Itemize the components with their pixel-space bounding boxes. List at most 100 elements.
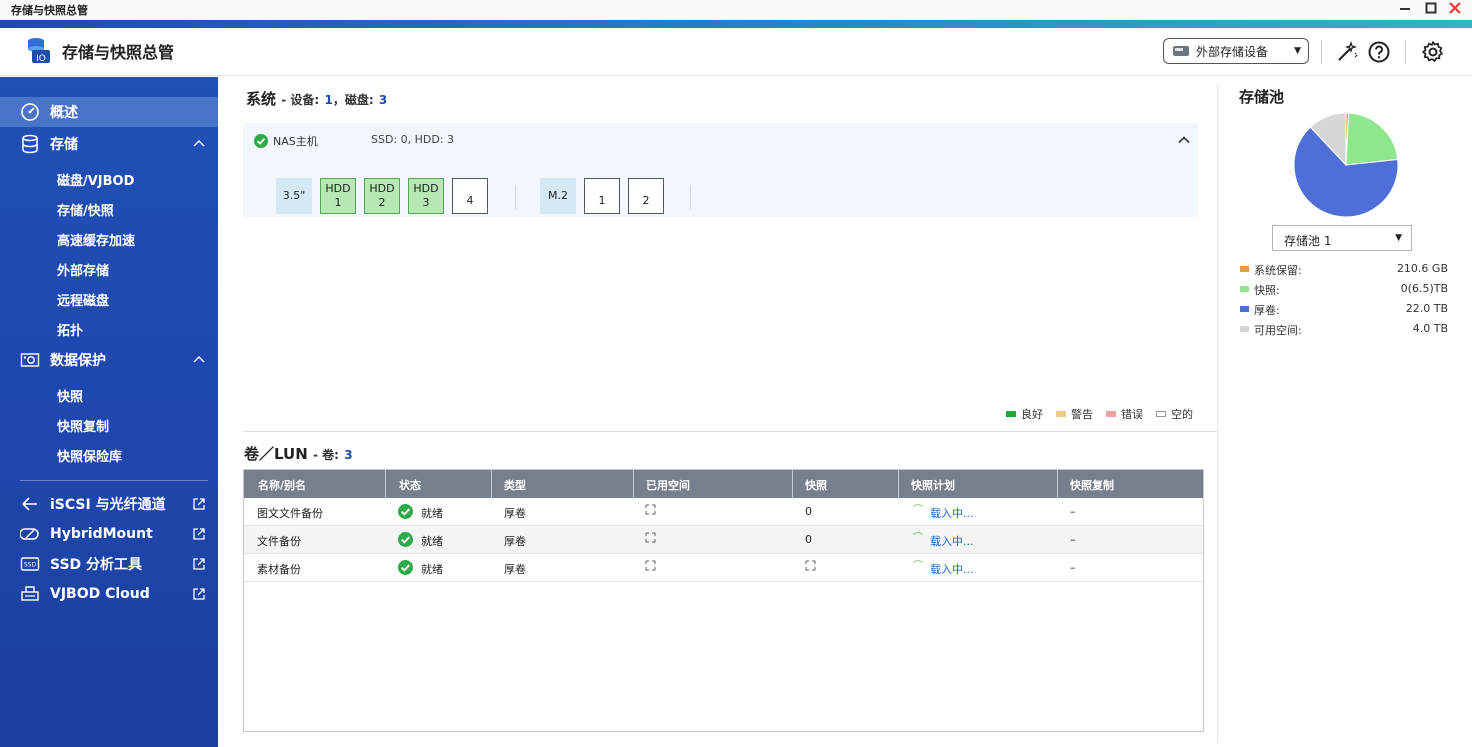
snapshot-replication: – bbox=[1070, 505, 1076, 518]
sidebar-divider bbox=[20, 480, 208, 481]
table-row[interactable]: 文件备份 就绪 厚卷 0 ⌒ 载入中... – bbox=[244, 526, 1203, 554]
sidebar-subitem-snapshot[interactable]: 快照 bbox=[57, 386, 83, 405]
sidebar-item-storage[interactable]: 存储 bbox=[0, 129, 218, 159]
status-ok-icon bbox=[398, 532, 413, 547]
sidebar: 概述 存储 磁盘/VJBOD 存储/快照 高速缓存加速 外部存储 远程磁盘 拓扑… bbox=[0, 77, 218, 747]
chevron-up-icon[interactable] bbox=[1177, 133, 1191, 147]
maximize-icon bbox=[1425, 2, 1437, 14]
data-protection-icon bbox=[20, 353, 40, 367]
disk-slot[interactable]: HDD 3 bbox=[408, 178, 444, 214]
disk-number: 2 bbox=[378, 196, 386, 209]
chevron-down-icon: ▼ bbox=[1294, 46, 1301, 56]
sidebar-link-iscsi[interactable]: iSCSI 与光纤通道 bbox=[0, 489, 218, 519]
close-button[interactable] bbox=[1447, 1, 1463, 19]
external-link-icon bbox=[193, 498, 205, 510]
accent-bar bbox=[0, 20, 1472, 28]
nas-host-panel: NAS主机 SSD: 0, HDD: 3 3.5" HDD 1 HDD 2 HD… bbox=[243, 123, 1198, 217]
volumes-table: 名称/别名 状态 类型 已用空间 快照 快照计划 快照复制 图文文件备份 就绪 … bbox=[243, 469, 1204, 732]
sidebar-link-vjbod-cloud[interactable]: VJBOD Cloud bbox=[0, 579, 218, 609]
storage-pool-title: 存储池 bbox=[1239, 88, 1285, 106]
sidebar-link-hybridmount[interactable]: HybridMount bbox=[0, 519, 218, 549]
hybridmount-icon bbox=[20, 528, 39, 540]
sidebar-subitem-cache-acceleration[interactable]: 高速缓存加速 bbox=[57, 230, 135, 249]
sidebar-subitem-snapshot-vault[interactable]: 快照保险库 bbox=[57, 446, 122, 465]
disk-slot-empty[interactable]: 4 bbox=[452, 178, 488, 214]
pool-legend-label: 可用空间: bbox=[1254, 324, 1302, 337]
column-divider bbox=[898, 470, 899, 498]
minimize-button[interactable] bbox=[1397, 1, 1413, 19]
external-link-icon bbox=[193, 588, 205, 600]
sidebar-subitem-topology[interactable]: 拓扑 bbox=[57, 320, 83, 339]
sidebar-item-overview[interactable]: 概述 bbox=[0, 97, 218, 127]
chevron-up-icon[interactable] bbox=[192, 353, 206, 367]
column-header[interactable]: 快照复制 bbox=[1070, 477, 1114, 493]
disk-slot[interactable]: HDD 1 bbox=[320, 178, 356, 214]
chevron-up-icon[interactable] bbox=[192, 137, 206, 151]
disk-slot[interactable]: HDD 2 bbox=[364, 178, 400, 214]
column-header[interactable]: 快照计划 bbox=[911, 477, 955, 493]
snapshot-replication: – bbox=[1070, 533, 1076, 546]
storage-icon bbox=[22, 134, 38, 154]
volume-status: 就绪 bbox=[421, 563, 443, 576]
sidebar-subitem-storage-snapshots[interactable]: 存储/快照 bbox=[57, 200, 114, 219]
sidebar-link-ssd-profiling[interactable]: SSD SSD 分析工具 bbox=[0, 549, 218, 579]
volume-type: 厚卷 bbox=[504, 507, 526, 520]
system-title: 系统 bbox=[246, 90, 277, 108]
sidebar-subitem-disks-vjbod[interactable]: 磁盘/VJBOD bbox=[57, 170, 134, 189]
disk-number: 3 bbox=[422, 196, 430, 209]
devices-label: - 设备: bbox=[281, 93, 320, 107]
maximize-button[interactable] bbox=[1423, 1, 1439, 19]
header-divider bbox=[1405, 40, 1406, 64]
column-header[interactable]: 快照 bbox=[805, 477, 827, 493]
column-header[interactable]: 名称/别名 bbox=[258, 477, 306, 493]
window-titlebar: 存储与快照总管 bbox=[0, 0, 1472, 20]
vjbod-cloud-icon bbox=[21, 586, 39, 601]
chevron-down-icon: ▼ bbox=[1395, 233, 1402, 243]
bay-type-label-m2: M.2 bbox=[540, 178, 576, 214]
legend-label: 良好 bbox=[1021, 408, 1043, 421]
storage-pool-select[interactable]: 存储池 1 ▼ bbox=[1272, 225, 1412, 251]
pool-legend-label: 系统保留: bbox=[1254, 264, 1302, 277]
gear-icon[interactable] bbox=[1421, 40, 1445, 64]
loading-placeholder-icon bbox=[645, 560, 656, 571]
volume-type: 厚卷 bbox=[504, 563, 526, 576]
snapshot-schedule-link[interactable]: 载入中... bbox=[930, 505, 974, 521]
disk-type: HDD bbox=[325, 182, 351, 195]
legend-swatch-error bbox=[1106, 411, 1116, 417]
app-header: IO 存储与快照总管 外部存储设备 ▼ bbox=[0, 28, 1472, 76]
pool-legend-row: 厚卷: 22.0 TB bbox=[1240, 302, 1450, 318]
loading-placeholder-icon bbox=[805, 560, 816, 571]
table-row[interactable]: 素材备份 就绪 厚卷 ⌒ 载入中... – bbox=[244, 554, 1203, 582]
nas-host-name: NAS主机 bbox=[273, 135, 318, 148]
disks-label: ，磁盘: bbox=[332, 93, 374, 107]
overview-icon bbox=[21, 103, 39, 121]
column-divider bbox=[792, 470, 793, 498]
magic-wand-icon[interactable] bbox=[1335, 40, 1359, 64]
disk-status-legend: 良好 警告 错误 空的 bbox=[1006, 406, 1193, 422]
disk-number: 2 bbox=[642, 194, 650, 207]
volume-name: 素材备份 bbox=[257, 563, 301, 576]
volume-type: 厚卷 bbox=[504, 535, 526, 548]
column-divider bbox=[385, 470, 386, 498]
storage-snapshot-logo-icon: IO bbox=[28, 38, 50, 64]
sidebar-subitem-external-storage[interactable]: 外部存储 bbox=[57, 260, 109, 279]
external-link-icon bbox=[193, 558, 205, 570]
pool-legend-value: 4.0 TB bbox=[1412, 322, 1448, 335]
disk-slot-empty[interactable]: 1 bbox=[584, 178, 620, 214]
disk-slot-empty[interactable]: 2 bbox=[628, 178, 664, 214]
sidebar-subitem-snapshot-replica[interactable]: 快照复制 bbox=[57, 416, 109, 435]
table-row[interactable]: 图文文件备份 就绪 厚卷 0 ⌒ 载入中... – bbox=[244, 498, 1203, 526]
column-header[interactable]: 状态 bbox=[399, 477, 421, 493]
pool-legend-row: 快照: 0(6.5)TB bbox=[1240, 282, 1450, 298]
column-header[interactable]: 类型 bbox=[504, 477, 526, 493]
sidebar-subitem-remote-disk[interactable]: 远程磁盘 bbox=[57, 290, 109, 309]
legend-swatch-warning bbox=[1056, 411, 1066, 417]
pool-legend-value: 0(6.5)TB bbox=[1400, 282, 1448, 295]
sidebar-item-data-protection[interactable]: 数据保护 bbox=[0, 345, 218, 375]
help-icon[interactable] bbox=[1367, 40, 1391, 64]
snapshot-schedule-link[interactable]: 载入中... bbox=[930, 561, 974, 577]
column-header[interactable]: 已用空间 bbox=[646, 477, 690, 493]
snapshot-schedule-link[interactable]: 载入中... bbox=[930, 533, 974, 549]
external-storage-dropdown[interactable]: 外部存储设备 ▼ bbox=[1163, 38, 1309, 64]
volumes-title: 卷／LUN bbox=[244, 445, 308, 463]
